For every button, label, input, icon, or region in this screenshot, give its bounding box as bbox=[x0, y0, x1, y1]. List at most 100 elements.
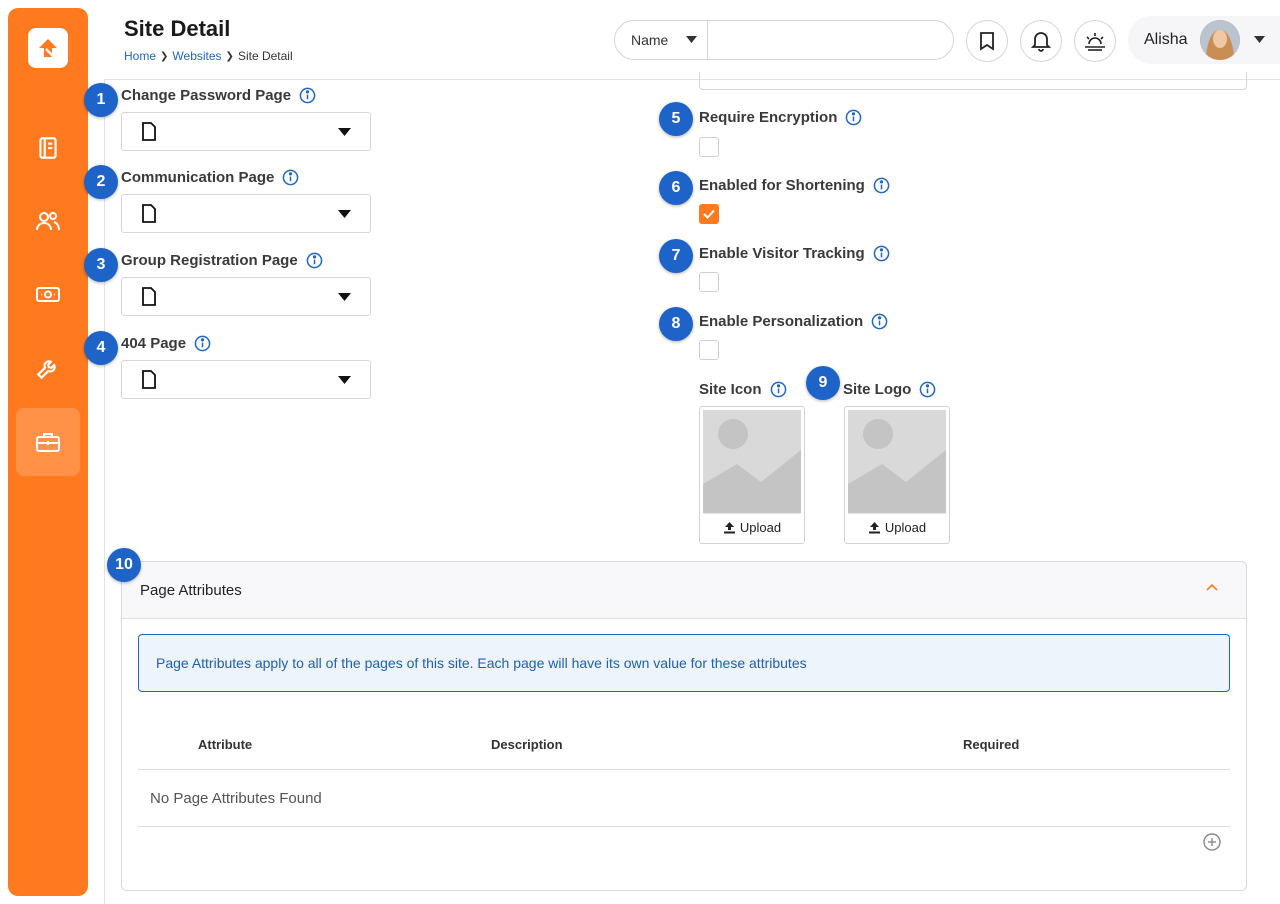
bookmark-icon bbox=[980, 32, 994, 51]
user-menu[interactable]: Alisha bbox=[1128, 16, 1280, 64]
info-icon[interactable] bbox=[871, 313, 888, 330]
site-icon-upload-button[interactable]: Upload bbox=[703, 513, 801, 541]
caret-down-icon bbox=[338, 210, 351, 218]
sidebar-item-tools[interactable] bbox=[16, 334, 80, 402]
info-icon[interactable] bbox=[770, 381, 787, 398]
upload-label: Upload bbox=[884, 520, 927, 535]
bookmark-button[interactable] bbox=[966, 20, 1008, 62]
label-text: Enabled for Shortening bbox=[699, 177, 865, 194]
label-text: Require Encryption bbox=[699, 109, 838, 126]
info-icon[interactable] bbox=[299, 87, 316, 104]
label-text: Site Icon bbox=[699, 381, 762, 398]
group-registration-page-label: Group Registration Page bbox=[121, 252, 323, 269]
callout-badge-10: 10 bbox=[107, 548, 141, 582]
people-icon bbox=[36, 212, 60, 231]
chevron-right-icon: ❯ bbox=[160, 50, 169, 62]
site-icon-label: Site Icon bbox=[699, 381, 787, 398]
info-alert: Page Attributes apply to all of the page… bbox=[138, 634, 1230, 692]
chevron-right-icon: ❯ bbox=[225, 50, 234, 62]
panel-header[interactable]: Page Attributes bbox=[122, 562, 1246, 619]
image-placeholder-icon bbox=[703, 410, 801, 514]
sidebar-item-people[interactable] bbox=[16, 187, 80, 255]
header: Site Detail Home ❯ Websites ❯ Site Detai… bbox=[104, 0, 1280, 80]
partial-field[interactable] bbox=[699, 72, 1247, 90]
upload-label: Upload bbox=[739, 520, 782, 535]
callout-badge-7: 7 bbox=[659, 239, 693, 273]
label-text: Change Password Page bbox=[121, 87, 292, 104]
info-icon[interactable] bbox=[282, 169, 299, 186]
sidebar-item-book[interactable] bbox=[16, 114, 80, 182]
app-logo[interactable] bbox=[28, 28, 68, 68]
group-registration-page-picker[interactable] bbox=[121, 277, 371, 316]
file-icon bbox=[142, 204, 156, 223]
info-icon[interactable] bbox=[873, 177, 890, 194]
page-title: Site Detail bbox=[124, 16, 231, 41]
require-encryption-checkbox[interactable] bbox=[699, 137, 719, 157]
callout-badge-3: 3 bbox=[84, 248, 118, 282]
notifications-button[interactable] bbox=[1020, 20, 1062, 62]
sidebar-item-finance[interactable] bbox=[16, 260, 80, 328]
breadcrumb: Home ❯ Websites ❯ Site Detail bbox=[124, 49, 293, 63]
avatar bbox=[1199, 20, 1240, 60]
column-header-required[interactable]: Required bbox=[963, 737, 1019, 752]
grid-header: Attribute Description Required bbox=[138, 722, 1230, 770]
404-page-picker[interactable] bbox=[121, 360, 371, 399]
communication-page-picker[interactable] bbox=[121, 194, 371, 233]
caret-down-icon bbox=[1253, 36, 1265, 43]
enabled-for-shortening-checkbox[interactable] bbox=[699, 204, 719, 224]
wrench-icon bbox=[36, 360, 56, 380]
info-icon[interactable] bbox=[845, 109, 862, 126]
callout-badge-5: 5 bbox=[659, 102, 693, 136]
breadcrumb-websites[interactable]: Websites bbox=[172, 49, 221, 63]
breadcrumb-home[interactable]: Home bbox=[124, 49, 156, 63]
callout-badge-9: 9 bbox=[806, 366, 840, 400]
enable-personalization-checkbox[interactable] bbox=[699, 340, 719, 360]
search-type-select[interactable]: Name bbox=[615, 21, 708, 59]
file-icon bbox=[142, 287, 156, 306]
label-text: 404 Page bbox=[121, 335, 187, 352]
enable-visitor-tracking-checkbox[interactable] bbox=[699, 272, 719, 292]
column-header-attribute[interactable]: Attribute bbox=[198, 737, 252, 752]
label-text: Enable Personalization bbox=[699, 313, 864, 330]
site-logo-upload-button[interactable]: Upload bbox=[848, 513, 946, 541]
file-icon bbox=[142, 122, 156, 141]
logo-icon bbox=[39, 39, 57, 57]
chevron-up-icon[interactable] bbox=[1206, 583, 1218, 591]
search-input[interactable] bbox=[708, 21, 953, 59]
info-icon[interactable] bbox=[919, 381, 936, 398]
label-text: Communication Page bbox=[121, 169, 275, 186]
enable-personalization-label: Enable Personalization bbox=[699, 313, 888, 330]
callout-badge-6: 6 bbox=[659, 171, 693, 205]
site-logo-label: Site Logo bbox=[843, 381, 936, 398]
search-type-value: Name bbox=[631, 32, 669, 48]
info-icon[interactable] bbox=[306, 252, 323, 269]
require-encryption-label: Require Encryption bbox=[699, 109, 862, 126]
user-name: Alisha bbox=[1144, 31, 1188, 48]
callout-badge-4: 4 bbox=[84, 331, 118, 365]
sidebar-item-admin[interactable] bbox=[16, 408, 80, 476]
file-icon bbox=[142, 370, 156, 389]
money-icon bbox=[36, 287, 60, 302]
change-password-page-picker[interactable] bbox=[121, 112, 371, 151]
content-divider bbox=[104, 80, 105, 904]
site-logo-uploader: Upload bbox=[844, 406, 950, 544]
add-circle-icon[interactable] bbox=[1203, 833, 1221, 851]
info-icon[interactable] bbox=[194, 335, 211, 352]
column-header-description[interactable]: Description bbox=[491, 737, 563, 752]
book-icon bbox=[39, 137, 57, 159]
label-text: Enable Visitor Tracking bbox=[699, 245, 865, 262]
upload-icon bbox=[868, 522, 880, 534]
sidebar bbox=[8, 8, 88, 896]
enable-visitor-tracking-label: Enable Visitor Tracking bbox=[699, 245, 890, 262]
caret-down-icon bbox=[338, 128, 351, 136]
info-icon[interactable] bbox=[873, 245, 890, 262]
sunrise-icon bbox=[1085, 33, 1105, 51]
breadcrumb-current: Site Detail bbox=[237, 49, 293, 63]
caret-down-icon bbox=[338, 293, 351, 301]
theme-toggle-button[interactable] bbox=[1074, 20, 1116, 62]
callout-badge-8: 8 bbox=[659, 307, 693, 341]
empty-state: No Page Attributes Found bbox=[138, 770, 1230, 827]
404-page-label: 404 Page bbox=[121, 335, 211, 352]
search-group: Name bbox=[614, 20, 954, 60]
briefcase-icon bbox=[36, 433, 60, 452]
